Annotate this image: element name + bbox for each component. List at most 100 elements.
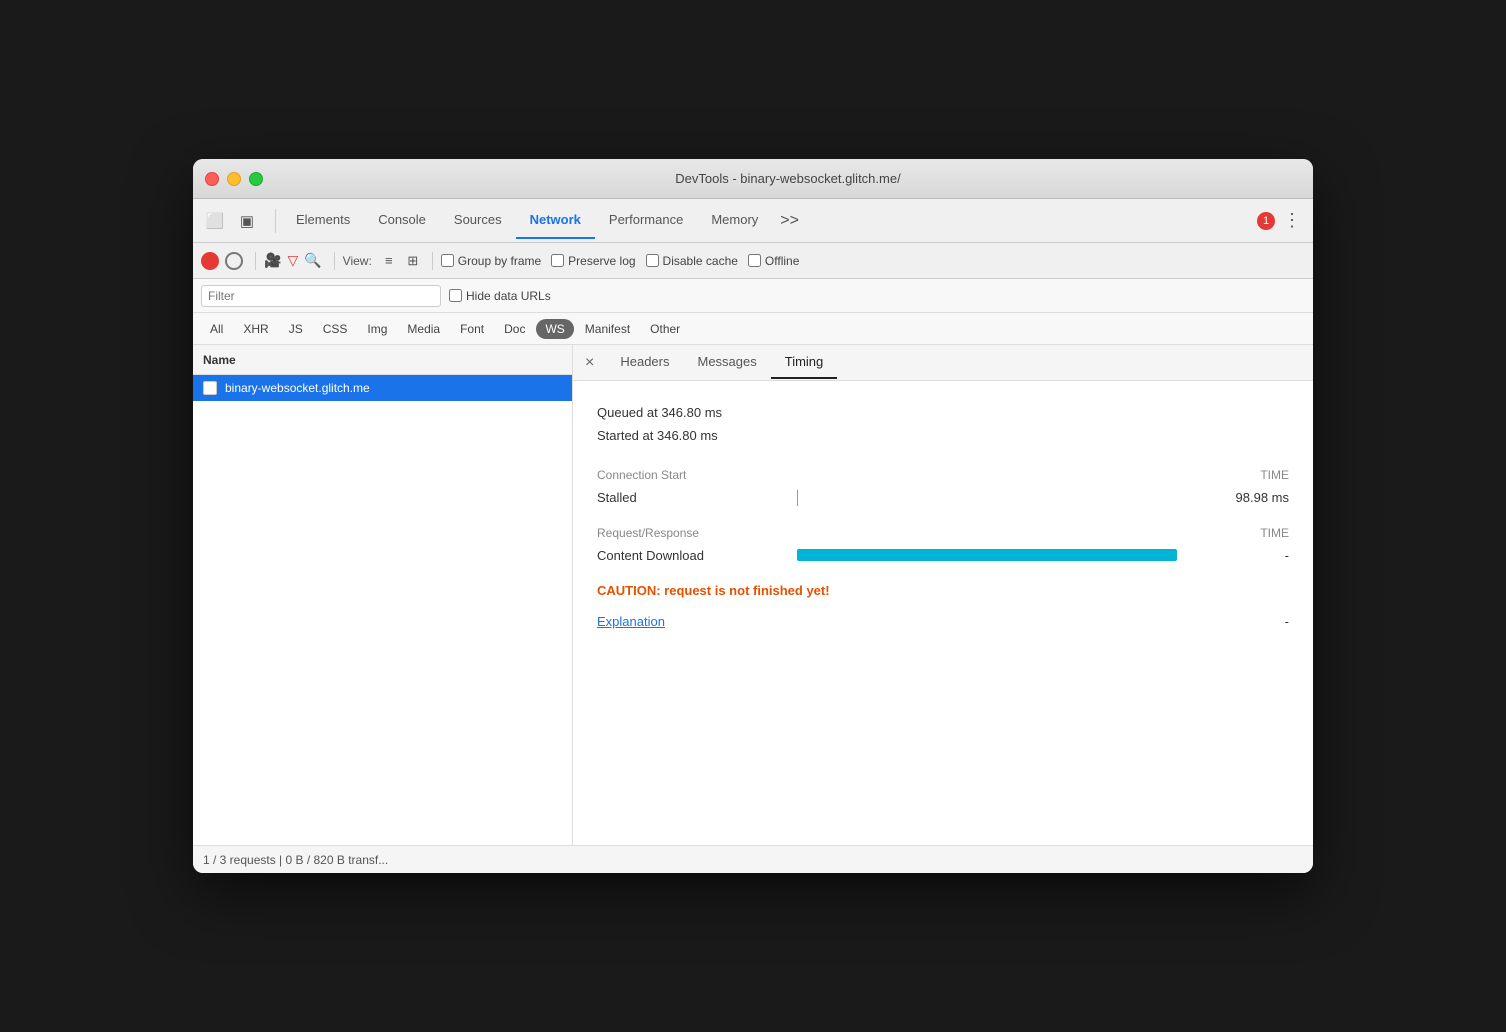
filter-types: All XHR JS CSS Img Media Font Doc WS Man…: [193, 313, 1313, 345]
devtools-icons: ⬜ ▣: [201, 207, 261, 235]
bar-divider: [797, 490, 798, 506]
connection-start-header: Connection Start TIME: [597, 468, 1289, 482]
caution-text: CAUTION: request is not finished yet!: [597, 583, 1289, 598]
filter-font[interactable]: Font: [451, 319, 493, 339]
connection-start-section: Connection Start TIME Stalled 98.98 ms: [597, 468, 1289, 506]
explanation-dash: -: [1285, 614, 1289, 629]
filter-img[interactable]: Img: [358, 319, 396, 339]
file-list-header: Name: [193, 345, 572, 375]
explanation-row: Explanation -: [597, 614, 1289, 629]
device-icon[interactable]: ▣: [233, 207, 261, 235]
menu-dots-icon[interactable]: ⋮: [1279, 210, 1305, 231]
tab-console[interactable]: Console: [364, 202, 440, 239]
hide-urls-checkbox[interactable]: [449, 289, 462, 302]
filter-icon[interactable]: ▽: [287, 252, 298, 269]
group-view-button[interactable]: ⊞: [402, 250, 424, 272]
time-label-1: TIME: [1260, 468, 1289, 482]
timing-meta: Queued at 346.80 ms Started at 346.80 ms: [597, 401, 1289, 448]
request-response-header: Request/Response TIME: [597, 526, 1289, 540]
minimize-button[interactable]: [227, 172, 241, 186]
filter-input[interactable]: [201, 285, 441, 307]
disable-cache-checkbox[interactable]: [646, 254, 659, 267]
tab-messages[interactable]: Messages: [683, 346, 770, 379]
more-tabs-button[interactable]: >>: [772, 212, 807, 230]
time-label-2: TIME: [1260, 526, 1289, 540]
file-list: Name binary-websocket.glitch.me: [193, 345, 573, 845]
nav-toolbar: ⬜ ▣ Elements Console Sources Network Per…: [193, 199, 1313, 243]
stalled-row: Stalled 98.98 ms: [597, 490, 1289, 506]
filter-manifest[interactable]: Manifest: [576, 319, 639, 339]
group-by-frame-checkbox-label[interactable]: Group by frame: [441, 254, 541, 268]
window-title: DevTools - binary-websocket.glitch.me/: [275, 171, 1301, 186]
main-content: Name binary-websocket.glitch.me × Header…: [193, 345, 1313, 845]
toolbar-divider-1: [255, 252, 256, 270]
hide-urls-label[interactable]: Hide data URLs: [449, 289, 551, 303]
stalled-time: 98.98 ms: [1209, 490, 1289, 505]
close-button[interactable]: [205, 172, 219, 186]
hide-urls-text: Hide data URLs: [466, 289, 551, 303]
tab-timing[interactable]: Timing: [771, 346, 838, 379]
filter-doc[interactable]: Doc: [495, 319, 534, 339]
tab-headers[interactable]: Headers: [606, 346, 683, 379]
file-name: binary-websocket.glitch.me: [225, 381, 370, 395]
offline-checkbox[interactable]: [748, 254, 761, 267]
file-icon: [203, 381, 217, 395]
toolbar-divider: [275, 209, 276, 233]
disable-cache-label: Disable cache: [663, 254, 738, 268]
tab-performance[interactable]: Performance: [595, 202, 697, 239]
preserve-log-checkbox-label[interactable]: Preserve log: [551, 254, 635, 268]
status-bar: 1 / 3 requests | 0 B / 820 B transf...: [193, 845, 1313, 873]
content-download-row: Content Download -: [597, 548, 1289, 563]
preserve-log-label: Preserve log: [568, 254, 635, 268]
stalled-label: Stalled: [597, 490, 797, 505]
explanation-link[interactable]: Explanation: [597, 614, 665, 629]
tab-memory[interactable]: Memory: [697, 202, 772, 239]
disable-cache-checkbox-label[interactable]: Disable cache: [646, 254, 738, 268]
cursor-icon[interactable]: ⬜: [201, 207, 229, 235]
status-text: 1 / 3 requests | 0 B / 820 B transf...: [203, 853, 388, 867]
tab-sources[interactable]: Sources: [440, 202, 516, 239]
list-view-button[interactable]: ≡: [378, 250, 400, 272]
filter-js[interactable]: JS: [280, 319, 312, 339]
content-download-bar: [797, 549, 1209, 561]
list-item[interactable]: binary-websocket.glitch.me: [193, 375, 572, 401]
stalled-bar: [797, 490, 1209, 506]
request-response-section: Request/Response TIME Content Download -: [597, 526, 1289, 563]
group-by-frame-checkbox[interactable]: [441, 254, 454, 267]
titlebar: DevTools - binary-websocket.glitch.me/: [193, 159, 1313, 199]
detail-panel: × Headers Messages Timing Queued at 346.…: [573, 345, 1313, 845]
stop-record-button[interactable]: [225, 252, 243, 270]
toolbar-divider-2: [334, 252, 335, 270]
offline-checkbox-label[interactable]: Offline: [748, 254, 799, 268]
close-detail-button[interactable]: ×: [581, 352, 598, 374]
search-icon[interactable]: 🔍: [304, 252, 321, 269]
camera-icon[interactable]: 🎥: [264, 252, 281, 269]
content-download-time: -: [1209, 548, 1289, 563]
filter-xhr[interactable]: XHR: [234, 319, 277, 339]
filter-ws[interactable]: WS: [536, 319, 573, 339]
network-toolbar: 🎥 ▽ 🔍 View: ≡ ⊞ Group by frame Preserve …: [193, 243, 1313, 279]
filter-other[interactable]: Other: [641, 319, 689, 339]
tab-elements[interactable]: Elements: [282, 202, 364, 239]
filter-media[interactable]: Media: [398, 319, 449, 339]
started-at-text: Started at 346.80 ms: [597, 424, 1289, 447]
timing-content: Queued at 346.80 ms Started at 346.80 ms…: [573, 381, 1313, 649]
detail-tabs: × Headers Messages Timing: [573, 345, 1313, 381]
filter-css[interactable]: CSS: [314, 319, 357, 339]
toolbar-divider-3: [432, 252, 433, 270]
queued-at-text: Queued at 346.80 ms: [597, 401, 1289, 424]
filter-bar: Hide data URLs: [193, 279, 1313, 313]
error-badge: 1: [1257, 212, 1275, 230]
content-download-bar-fill: [797, 549, 1177, 561]
view-label: View:: [343, 254, 372, 268]
traffic-lights: [205, 172, 263, 186]
filter-all[interactable]: All: [201, 319, 232, 339]
preserve-log-checkbox[interactable]: [551, 254, 564, 267]
record-button[interactable]: [201, 252, 219, 270]
maximize-button[interactable]: [249, 172, 263, 186]
group-by-frame-label: Group by frame: [458, 254, 541, 268]
tab-network[interactable]: Network: [516, 202, 595, 239]
nav-tabs: Elements Console Sources Network Perform…: [282, 202, 772, 239]
request-response-label: Request/Response: [597, 526, 699, 540]
devtools-window: DevTools - binary-websocket.glitch.me/ ⬜…: [193, 159, 1313, 873]
